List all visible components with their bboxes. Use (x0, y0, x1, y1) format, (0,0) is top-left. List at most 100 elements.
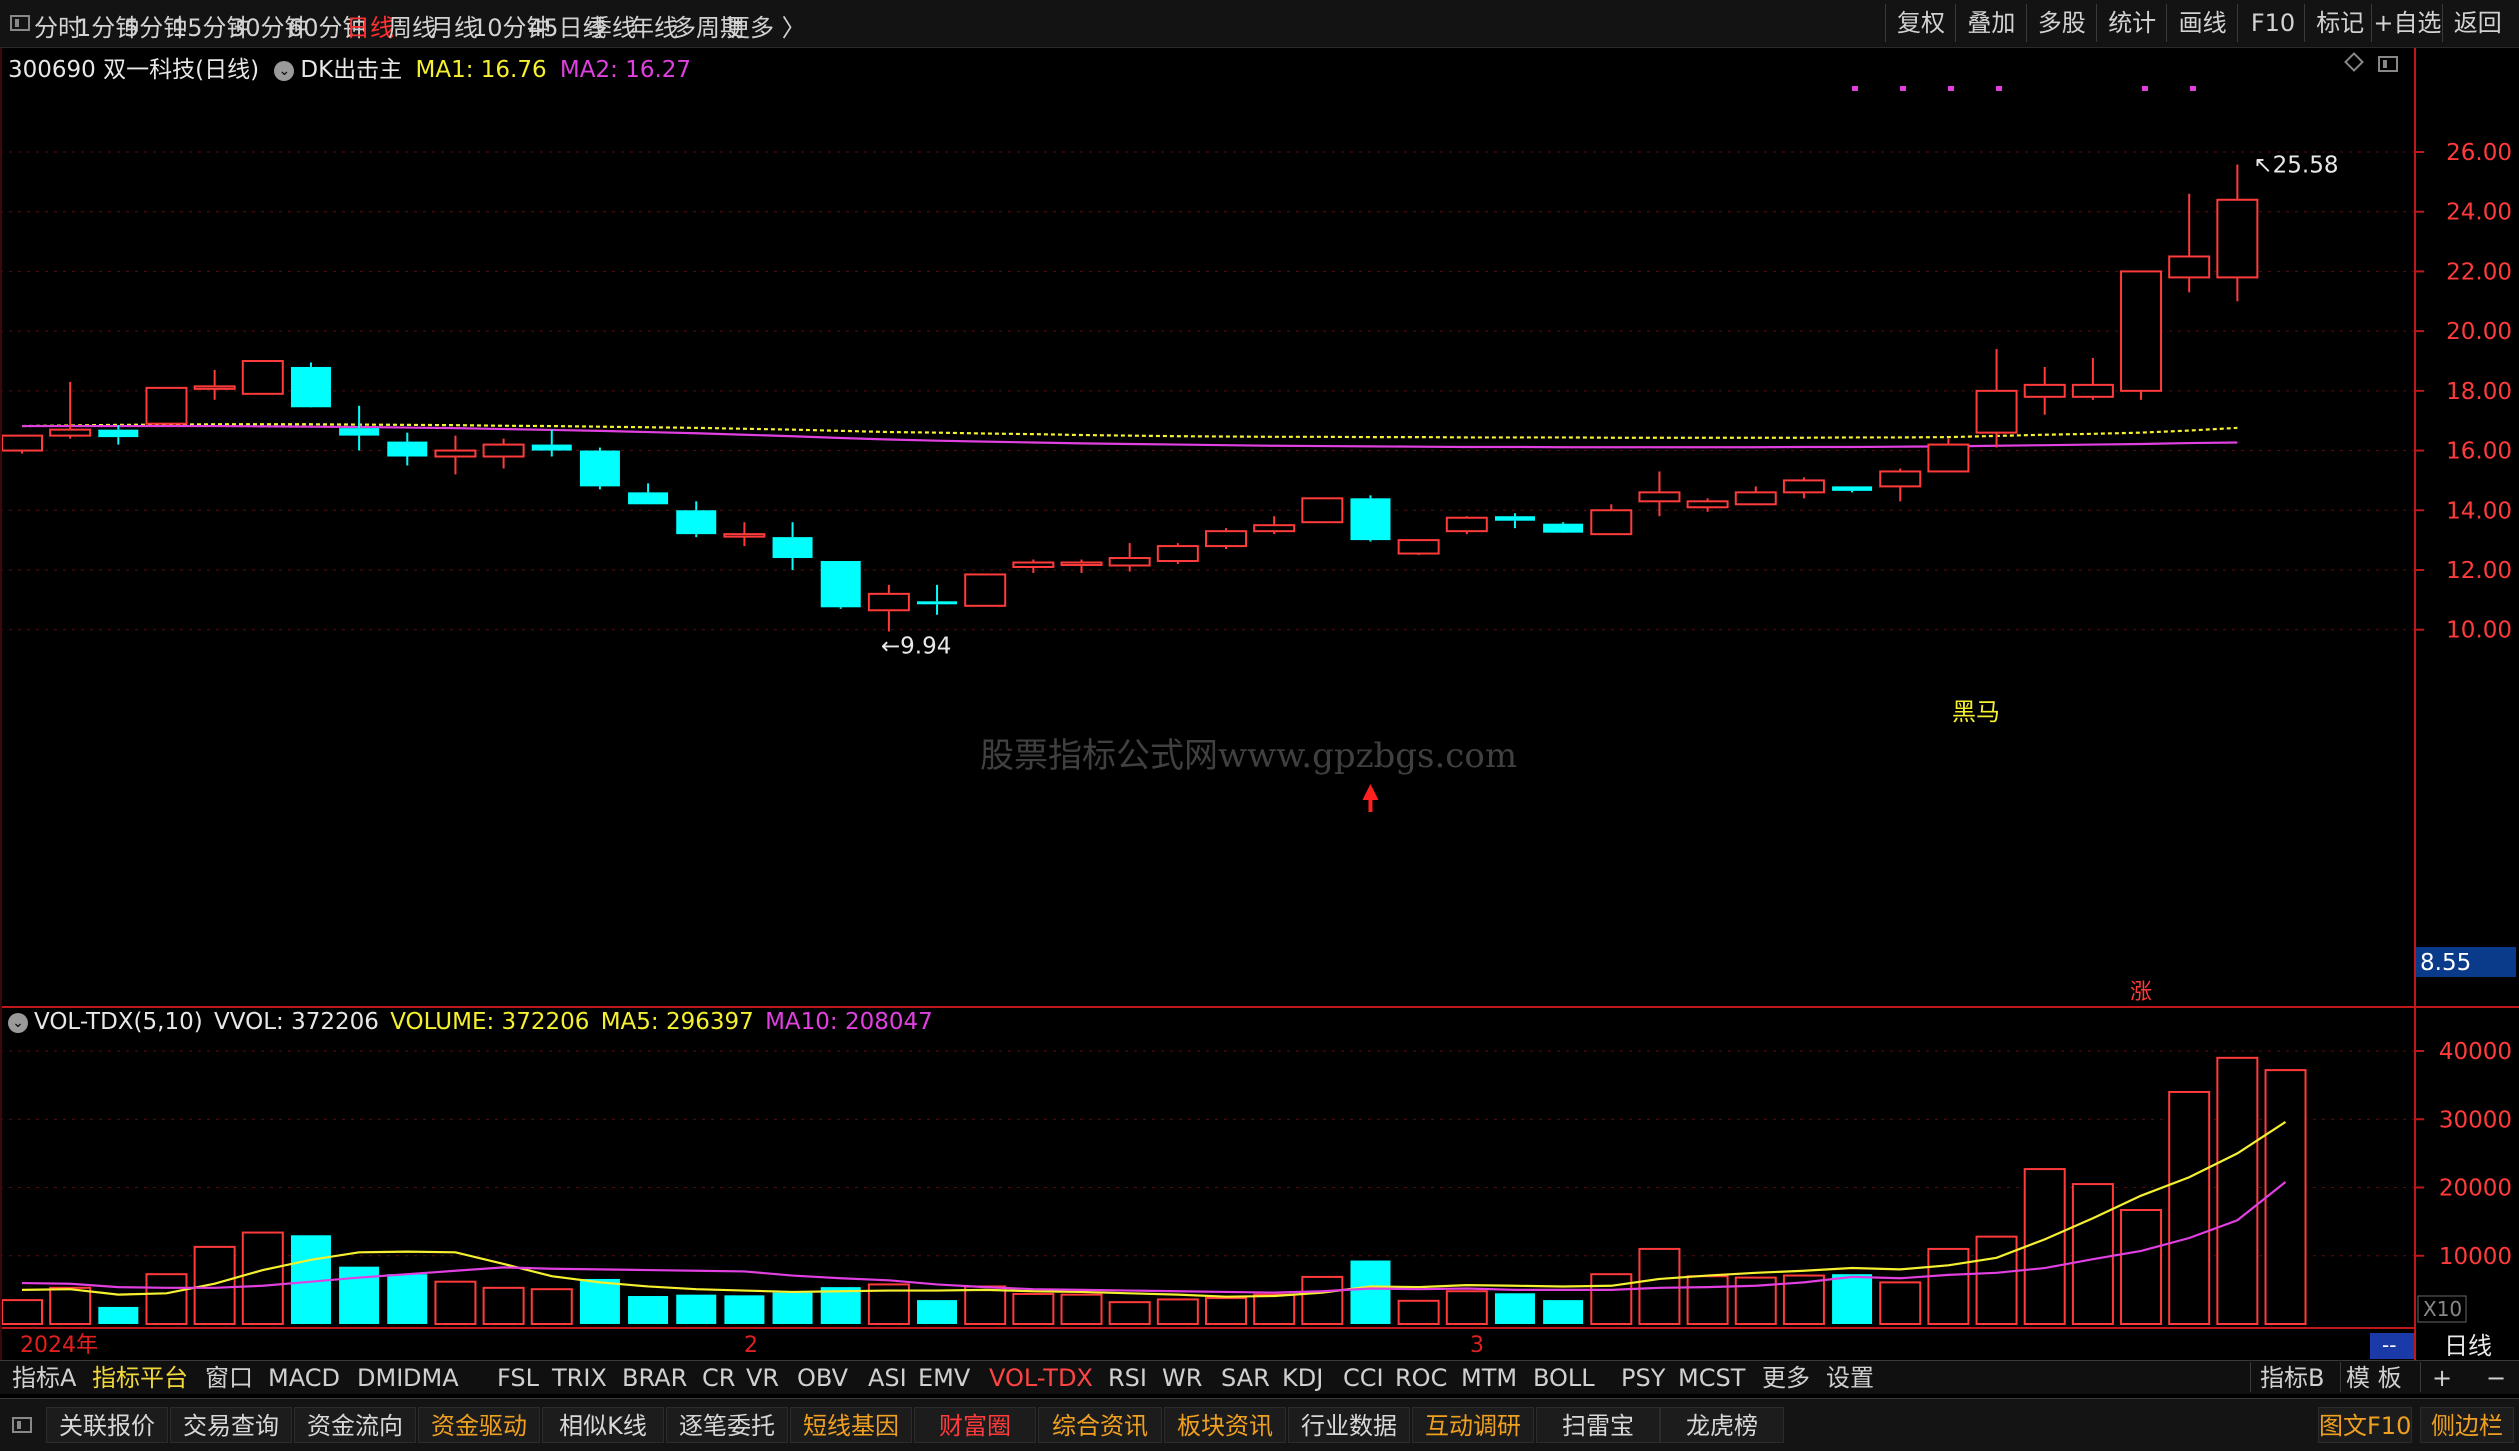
toolbar-button-6[interactable]: 标记 (2304, 4, 2375, 42)
function-tab-2[interactable]: 资金流向 (294, 1407, 416, 1443)
function-tab-7[interactable]: 财富圈 (914, 1407, 1036, 1443)
indicator-tab-trix[interactable]: TRIX (552, 1364, 607, 1392)
indicator-tab-mtm[interactable]: MTM (1461, 1364, 1517, 1392)
volume-bar (1445, 1290, 1488, 1325)
period-tab-0[interactable]: 分时 (34, 8, 82, 43)
period-tab-12[interactable]: 年线 (630, 8, 678, 43)
period-tab-11[interactable]: 季线 (588, 8, 636, 43)
function-tab-1[interactable]: 交易查询 (170, 1407, 292, 1443)
indicator-tab-dmi[interactable]: DMI (357, 1364, 403, 1392)
volume-bar (145, 1273, 188, 1325)
volume-bar (339, 1266, 380, 1324)
indicator-tab-vr[interactable]: VR (746, 1364, 779, 1392)
candle-body (387, 441, 428, 457)
candle (1590, 504, 1633, 536)
function-right-control-1[interactable]: 侧边栏 (2420, 1407, 2514, 1443)
volume-indicator-name[interactable]: VOL-TDX(5,10) (34, 1009, 203, 1035)
period-tab-8[interactable]: 月线 (430, 8, 478, 43)
toolbar-button-8[interactable]: 返回 (2441, 4, 2513, 42)
indicator-tab-boll[interactable]: BOLL (1533, 1364, 1595, 1392)
candle-body (917, 601, 958, 605)
candle-body (1975, 389, 2018, 434)
candle-body (1879, 470, 1922, 488)
function-tab-3[interactable]: 资金驱动 (418, 1407, 540, 1443)
indicator-tab-roc[interactable]: ROC (1395, 1364, 1447, 1392)
volume-bars (1, 1056, 2307, 1326)
indicator-tab-wr[interactable]: WR (1162, 1364, 1202, 1392)
indicator-tab-rsi[interactable]: RSI (1108, 1364, 1147, 1392)
toolbar-button-3[interactable]: 统计 (2096, 4, 2167, 42)
indicator-tab-obv[interactable]: OBV (797, 1364, 848, 1392)
toolbar-button-2[interactable]: 多股 (2025, 4, 2097, 42)
candle-body (1782, 479, 1825, 494)
function-tab-5[interactable]: 逐笔委托 (666, 1407, 788, 1443)
volume-dropdown-icon[interactable]: ⌄ (8, 1012, 28, 1033)
period-tab-6[interactable]: 日线 (346, 8, 394, 43)
function-right-control-0[interactable]: 图文F10 (2318, 1407, 2412, 1443)
indicator-tab-a[interactable]: 指标A (12, 1364, 76, 1392)
indicator-right-control-2[interactable]: + (2432, 1364, 2452, 1392)
function-tab-11[interactable]: 互动调研 (1412, 1407, 1534, 1443)
function-tab-12[interactable]: 扫雷宝 (1536, 1407, 1660, 1443)
indicator-tab-macd[interactable]: MACD (268, 1364, 340, 1392)
indicator-tab-item[interactable]: 设置 (1826, 1364, 1874, 1392)
toolbar-button-5[interactable]: F10 (2236, 4, 2308, 42)
indicator-tab-fsl[interactable]: FSL (497, 1364, 539, 1392)
indicator-tab-cci[interactable]: CCI (1343, 1364, 1384, 1392)
kline-chart[interactable]: 26.00 24.00 22.00 20.00 18.00 16.00 14.00 12.00… (0, 48, 2519, 1360)
indicator-tab-item[interactable]: 窗口 (205, 1364, 253, 1392)
indicator-tab-brar[interactable]: BRAR (622, 1364, 687, 1392)
volume-bar (1927, 1247, 1970, 1326)
panel-toggle-icon[interactable] (2378, 56, 2398, 72)
candle-body (434, 449, 477, 458)
function-tab-13[interactable]: 龙虎榜 (1660, 1407, 1784, 1443)
volume-bar (579, 1278, 620, 1324)
indicator-right-control-0[interactable]: 指标B (2260, 1364, 2324, 1392)
indicator-tab-sar[interactable]: SAR (1221, 1364, 1270, 1392)
indicator-name[interactable]: DK出击主 (300, 57, 402, 83)
candle (482, 438, 525, 469)
volume-bar (387, 1274, 428, 1324)
low-price-label: ←9.94 (881, 633, 951, 659)
candle-body (482, 443, 525, 458)
toolbar-button-4[interactable]: 画线 (2166, 4, 2237, 42)
function-tab-8[interactable]: 综合资讯 (1038, 1407, 1162, 1443)
candle-body (2120, 270, 2163, 392)
bottom-window-icon[interactable] (12, 1417, 32, 1433)
volume-bar (1638, 1247, 1681, 1326)
function-tab-6[interactable]: 短线基因 (790, 1407, 912, 1443)
indicator-tab-cr[interactable]: CR (702, 1364, 735, 1392)
function-tab-9[interactable]: 板块资讯 (1164, 1407, 1286, 1443)
function-tab-0[interactable]: 关联报价 (46, 1407, 168, 1443)
signal-dot (2142, 86, 2148, 91)
toolbar-button-1[interactable]: 叠加 (1955, 4, 2026, 42)
candle (1301, 497, 1344, 524)
function-tab-4[interactable]: 相似K线 (542, 1407, 664, 1443)
volume-bar (1350, 1260, 1391, 1324)
period-tab-7[interactable]: 周线 (388, 8, 436, 43)
indicator-tab-emv[interactable]: EMV (918, 1364, 970, 1392)
function-tab-10[interactable]: 行业数据 (1288, 1407, 1410, 1443)
candle-body (1734, 491, 1777, 506)
candle (676, 501, 717, 538)
candle (628, 483, 669, 505)
indicator-dropdown-icon[interactable]: ⌄ (274, 60, 295, 81)
indicator-right-control-1[interactable]: 模 板 (2346, 1364, 2402, 1392)
indicator-tab-item[interactable]: 指标平台 (92, 1364, 188, 1392)
indicator-tab-kdj[interactable]: KDJ (1282, 1364, 1323, 1392)
indicator-tab-vol-tdx[interactable]: VOL-TDX (989, 1364, 1093, 1392)
period-tab-14[interactable]: 更多 〉 (726, 8, 806, 43)
indicator-tab-psy[interactable]: PSY (1621, 1364, 1665, 1392)
indicator-tab-asi[interactable]: ASI (868, 1364, 907, 1392)
indicator-right-control-3[interactable]: − (2486, 1364, 2506, 1392)
toolbar-button-7[interactable]: +自选 (2371, 4, 2442, 42)
candle-body (723, 533, 766, 538)
toolbar-button-0[interactable]: 复权 (1884, 4, 1956, 42)
indicator-tab-item[interactable]: 更多 (1762, 1364, 1810, 1392)
indicator-tab-mcst[interactable]: MCST (1678, 1364, 1745, 1392)
watermark: 股票指标公式网www.gpzbgs.com (980, 736, 1518, 776)
indicator-tab-dma[interactable]: DMA (403, 1364, 459, 1392)
volume-bar (2264, 1069, 2307, 1325)
window-toggle-icon[interactable] (10, 15, 30, 31)
candle-body (2216, 198, 2259, 279)
